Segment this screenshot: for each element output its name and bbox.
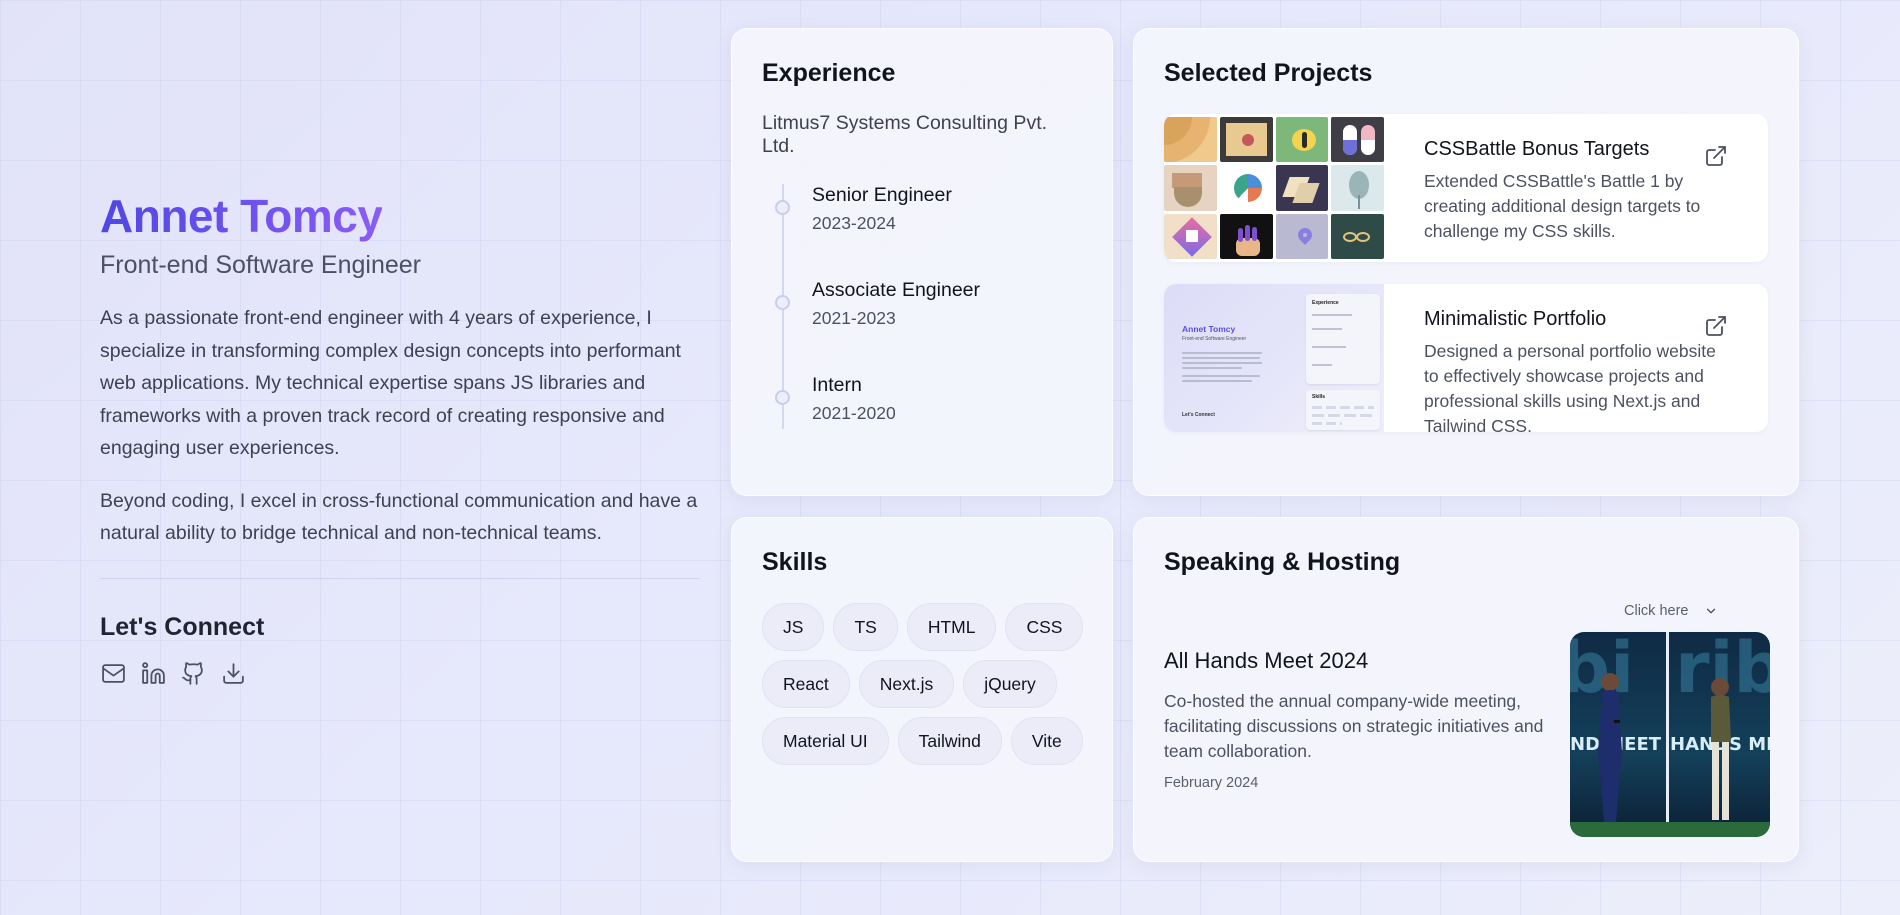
- social-links: [100, 660, 705, 687]
- projects-title: Selected Projects: [1164, 59, 1373, 87]
- divider: [100, 577, 700, 579]
- cssbattle-thumbnail: [1164, 114, 1384, 262]
- skill-chip[interactable]: HTML: [906, 603, 997, 651]
- skill-chip[interactable]: Material UI: [762, 717, 889, 765]
- chevron-down-icon: [1707, 608, 1716, 614]
- mini-preview-card: Skills: [1306, 390, 1380, 430]
- skills-card: Skills JS TS HTML CSS React Next.js jQue…: [731, 517, 1113, 862]
- timeline-dot: [775, 200, 790, 215]
- timeline-dot: [775, 390, 790, 405]
- intro-section: Annet Tomcy Front-end Software Engineer …: [100, 185, 705, 687]
- click-here-label: Click here: [1624, 603, 1689, 619]
- project-card[interactable]: CSSBattle Bonus Targets Extended CSSBatt…: [1164, 114, 1768, 262]
- timeline-item: Senior Engineer 2023-2024: [775, 184, 1082, 279]
- speaking-card: Speaking & Hosting Click here All Hands …: [1133, 517, 1799, 862]
- role-title: Associate Engineer: [812, 279, 981, 301]
- skill-chip[interactable]: TS: [833, 603, 898, 651]
- skill-chip[interactable]: CSS: [1005, 603, 1084, 651]
- target-tile: [1219, 213, 1273, 259]
- timeline-item: Intern 2021-2020: [775, 374, 1082, 469]
- role-years: 2023-2024: [812, 213, 896, 233]
- bio-paragraph: As a passionate front-end engineer with …: [100, 307, 681, 459]
- linkedin-icon[interactable]: [140, 660, 167, 687]
- click-here-toggle[interactable]: Click here: [1624, 603, 1718, 619]
- target-tile: [1331, 117, 1384, 163]
- skill-chip[interactable]: Next.js: [858, 660, 955, 708]
- target-tile: [1164, 213, 1217, 259]
- experience-title: Experience: [762, 59, 896, 87]
- mini-preview-skills-title: Skills: [1312, 394, 1326, 400]
- mini-preview-exp-title: Experience: [1312, 300, 1339, 306]
- profile-role: Front-end Software Engineer: [100, 251, 422, 279]
- projects-card: Selected Projects CSSBattle Bonus Target…: [1133, 28, 1799, 496]
- skill-chip[interactable]: React: [762, 660, 850, 708]
- target-tile: [1164, 117, 1217, 163]
- role-years: 2021-2020: [812, 403, 896, 423]
- company-name: Litmus7 Systems Consulting Pvt. Ltd.: [762, 112, 1048, 157]
- mini-preview-role: Front-end Software Engineer: [1182, 336, 1247, 342]
- project-body: CSSBattle Bonus Targets Extended CSSBatt…: [1384, 114, 1764, 262]
- external-link-icon[interactable]: [1704, 314, 1728, 338]
- event-date: February 2024: [1164, 775, 1259, 791]
- role-title: Senior Engineer: [812, 184, 952, 206]
- target-tile: [1275, 117, 1329, 163]
- event-description: Co-hosted the annual company-wide meetin…: [1164, 691, 1544, 761]
- skill-chip[interactable]: Vite: [1010, 717, 1083, 765]
- role-title: Intern: [812, 374, 862, 396]
- skills-title: Skills: [762, 548, 828, 576]
- target-tile: [1164, 165, 1217, 211]
- target-tile: [1331, 165, 1384, 211]
- skill-chip[interactable]: Tailwind: [897, 717, 1002, 765]
- bio-paragraph: Beyond coding, I excel in cross-function…: [100, 489, 698, 545]
- project-title: Minimalistic Portfolio: [1424, 308, 1607, 330]
- target-tile: [1275, 213, 1329, 259]
- event-photo[interactable]: bi rib ND MEET HANDS ME: [1570, 632, 1770, 837]
- target-tile: [1219, 165, 1273, 211]
- speaking-title: Speaking & Hosting: [1164, 548, 1401, 576]
- portfolio-thumbnail: Annet Tomcy Front-end Software Engineer …: [1164, 284, 1384, 432]
- mini-preview-text: [1182, 352, 1262, 385]
- project-description: Designed a personal portfolio website to…: [1424, 341, 1716, 432]
- mini-preview-connect: Let's Connect: [1182, 412, 1215, 418]
- timeline-item: Associate Engineer 2021-2023: [775, 279, 1082, 374]
- timeline-dot: [775, 295, 790, 310]
- target-tile: [1275, 165, 1329, 211]
- skill-chip[interactable]: JS: [762, 603, 825, 651]
- skill-chip[interactable]: jQuery: [963, 660, 1057, 708]
- github-icon[interactable]: [180, 660, 207, 687]
- target-tile: [1331, 213, 1384, 259]
- connect-title: Let's Connect: [100, 612, 265, 641]
- mini-preview-card: Experience: [1306, 294, 1380, 384]
- project-body: Minimalistic Portfolio Designed a person…: [1384, 284, 1764, 432]
- experience-card: Experience Litmus7 Systems Consulting Pv…: [731, 28, 1113, 496]
- event-title: All Hands Meet 2024: [1164, 648, 1369, 673]
- role-years: 2021-2023: [812, 308, 896, 328]
- download-icon[interactable]: [220, 660, 247, 687]
- project-card[interactable]: Annet Tomcy Front-end Software Engineer …: [1164, 284, 1768, 432]
- skills-list: JS TS HTML CSS React Next.js jQuery Mate…: [762, 603, 1092, 765]
- mini-preview-name: Annet Tomcy: [1182, 324, 1236, 334]
- target-tile: [1219, 117, 1273, 163]
- project-title: CSSBattle Bonus Targets: [1424, 138, 1650, 160]
- external-link-icon[interactable]: [1704, 144, 1728, 168]
- experience-timeline: Senior Engineer 2023-2024 Associate Engi…: [762, 184, 1082, 469]
- project-description: Extended CSSBattle's Battle 1 by creatin…: [1424, 171, 1701, 241]
- profile-name: Annet Tomcy: [100, 185, 383, 247]
- mail-icon[interactable]: [100, 660, 127, 687]
